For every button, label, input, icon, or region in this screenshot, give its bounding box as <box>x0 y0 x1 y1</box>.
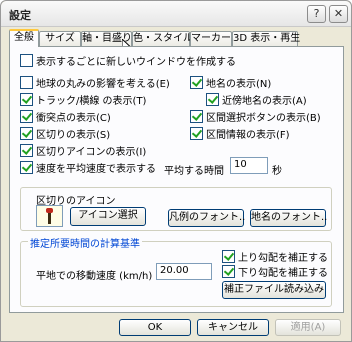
section-info-label: 区間情報の表示(F) <box>206 130 290 141</box>
collision-point-checkbox[interactable] <box>20 110 33 123</box>
section-info-checkbox[interactable] <box>190 127 203 140</box>
uphill-correction-option[interactable]: 上り勾配を補正する <box>222 250 328 264</box>
tab-3d-display-playback[interactable]: 3D 表示・再生 <box>232 31 300 46</box>
track-display-option[interactable]: トラック/横線 の表示(T) <box>20 93 147 107</box>
average-speed-checkbox[interactable] <box>20 161 33 174</box>
collision-point-label: 衝突点の表示(C) <box>36 113 111 124</box>
legend-font-button[interactable]: 凡例のフォント.. <box>168 209 245 227</box>
downhill-correction-checkbox[interactable] <box>222 265 235 278</box>
earth-curvature-option[interactable]: 地球の丸みの影響を考える(E) <box>20 76 170 90</box>
place-name-option[interactable]: 地名の表示(N) <box>190 76 272 90</box>
earth-curvature-label: 地球の丸みの影響を考える(E) <box>36 79 170 90</box>
averaging-time-input[interactable]: 10 <box>230 157 268 174</box>
title-bar: 設定 ? ✕ <box>1 1 351 27</box>
segment-display-option[interactable]: 区切りの表示(S) <box>20 127 111 141</box>
uphill-correction-label: 上り勾配を補正する <box>238 253 328 264</box>
new-window-checkbox[interactable] <box>20 54 33 67</box>
downhill-correction-label: 下り勾配を補正する <box>238 268 328 279</box>
icon-select-button[interactable]: アイコン選択 <box>70 207 146 226</box>
nearby-place-label: 近傍地名の表示(A) <box>222 96 307 107</box>
settings-dialog: 設定 ? ✕ 全般 サイズ 軸・目盛り 色・スタイル マーカー 3D 表示・再生… <box>0 0 352 342</box>
tab-size[interactable]: サイズ <box>39 31 81 46</box>
averaging-time-label: 平均する時間 <box>164 166 224 177</box>
earth-curvature-checkbox[interactable] <box>20 76 33 89</box>
average-speed-option[interactable]: 速度を平均速度で表示する <box>20 161 156 175</box>
tab-color-style[interactable]: 色・スタイル <box>132 31 193 46</box>
uphill-correction-checkbox[interactable] <box>222 250 235 263</box>
close-button[interactable]: ✕ <box>329 5 348 23</box>
flat-speed-label: 平地での移動速度 (km/h) <box>36 271 153 282</box>
section-select-button-checkbox[interactable] <box>190 110 203 123</box>
nearby-place-checkbox[interactable] <box>206 93 219 106</box>
section-select-button-option[interactable]: 区間選択ボタンの表示(B) <box>190 110 321 124</box>
tab-general[interactable]: 全般 <box>9 29 39 47</box>
apply-button[interactable]: 適用(A) <box>275 319 341 336</box>
track-display-checkbox[interactable] <box>20 93 33 106</box>
new-window-option[interactable]: 表示するごとに新しいウインドウを作成する <box>20 54 236 68</box>
window-title: 設定 <box>9 9 31 22</box>
flag-marker-icon <box>46 208 53 224</box>
general-tab-panel: 表示するごとに新しいウインドウを作成する 地球の丸みの影響を考える(E) トラッ… <box>9 46 344 313</box>
segment-icon-label: 区切りアイコンの表示(I) <box>36 147 147 158</box>
ok-button[interactable]: OK <box>119 319 191 336</box>
segment-marker-preview <box>36 205 63 227</box>
segment-display-checkbox[interactable] <box>20 127 33 140</box>
flat-speed-input[interactable]: 20.00 <box>156 263 212 280</box>
cancel-button[interactable]: キャンセル <box>197 319 269 336</box>
segment-display-label: 区切りの表示(S) <box>36 130 111 141</box>
tab-marker[interactable]: マーカー <box>190 31 232 46</box>
load-correction-file-button[interactable]: 補正ファイル読み込み <box>222 281 326 299</box>
downhill-correction-option[interactable]: 下り勾配を補正する <box>222 265 328 279</box>
help-button[interactable]: ? <box>307 5 326 23</box>
estimation-group-title: 推定所要時間の計算基準 <box>28 235 142 250</box>
seconds-unit-label: 秒 <box>272 166 282 177</box>
section-info-option[interactable]: 区間情報の表示(F) <box>190 127 290 141</box>
segment-icon-checkbox[interactable] <box>20 144 33 157</box>
nearby-place-option[interactable]: 近傍地名の表示(A) <box>206 93 307 107</box>
section-select-button-label: 区間選択ボタンの表示(B) <box>206 113 321 124</box>
average-speed-label: 速度を平均速度で表示する <box>36 164 156 175</box>
place-name-checkbox[interactable] <box>190 76 203 89</box>
place-name-label: 地名の表示(N) <box>206 79 272 90</box>
segment-icon-option[interactable]: 区切りアイコンの表示(I) <box>20 144 147 158</box>
new-window-label: 表示するごとに新しいウインドウを作成する <box>36 57 236 68</box>
collision-point-option[interactable]: 衝突点の表示(C) <box>20 110 111 124</box>
track-display-label: トラック/横線 の表示(T) <box>36 96 147 107</box>
place-font-button[interactable]: 地名のフォント.. <box>250 209 327 227</box>
